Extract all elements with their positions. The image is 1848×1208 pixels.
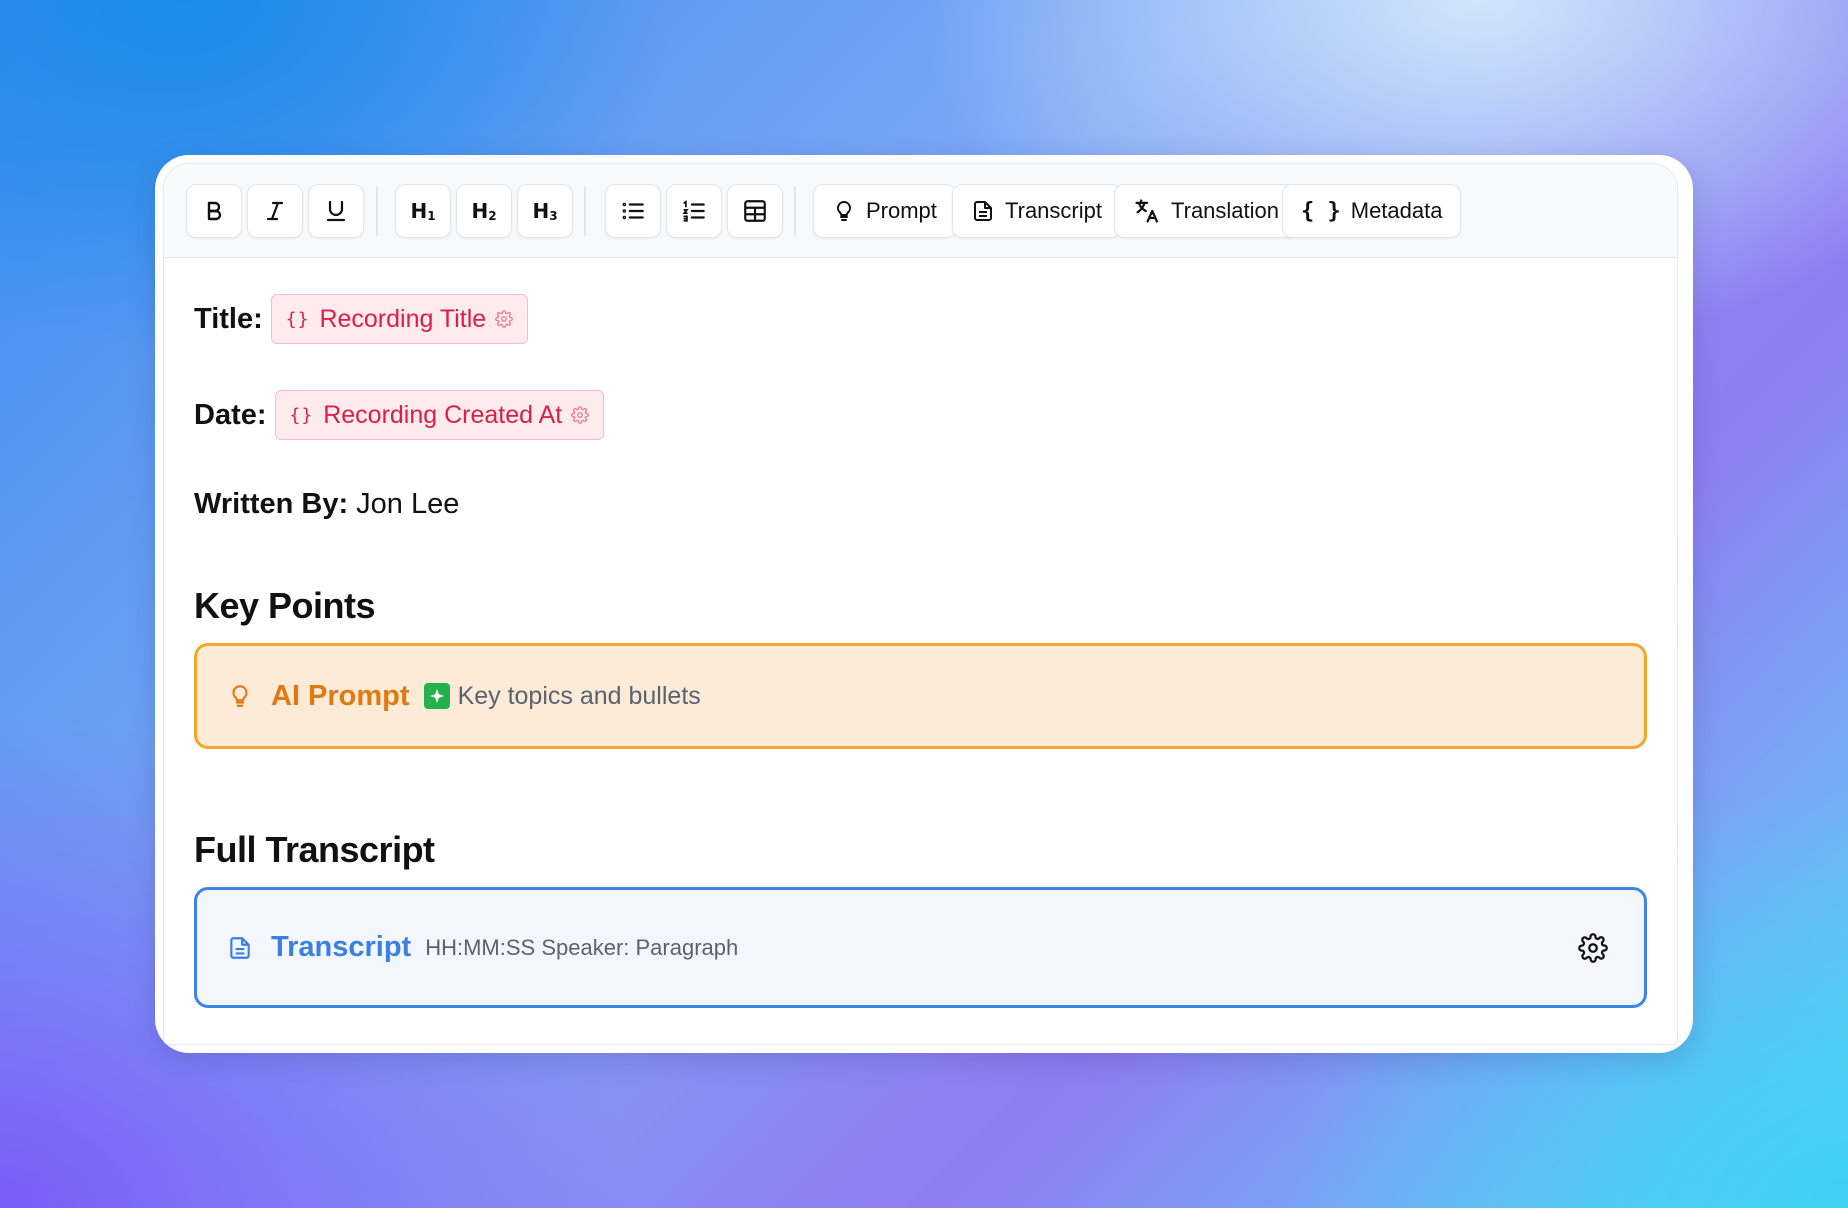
heading-1-button[interactable]: H1 [395,184,451,238]
settings-gear-icon[interactable] [495,310,514,328]
italic-icon [266,201,284,221]
numbered-list-icon [682,200,705,222]
lightbulb-icon [232,685,248,707]
transcript-block[interactable]: Transcript HH:MM:SS Speaker: Paragraph [194,887,1647,1008]
title-variable-chip[interactable]: {} Recording Title [270,294,529,344]
date-label: Date: [194,398,267,431]
insert-prompt-button[interactable]: Prompt [813,184,956,238]
table-button[interactable] [727,184,783,238]
ai-prompt-description: Key topics and bullets [457,681,701,710]
toolbar-separator [584,186,586,236]
metadata-button-label: Metadata [1350,198,1443,223]
italic-button[interactable] [247,184,303,238]
transcript-settings-gear-icon[interactable] [1578,932,1608,963]
transcript-block-title: Transcript [271,931,412,963]
insert-metadata-button[interactable]: { } Metadata [1282,184,1462,238]
bold-button[interactable] [186,184,242,238]
written-by-row: Written By: Jon Lee [194,488,459,521]
formatting-toolbar: H1 H2 H3 Prompt Transcript Translation {… [164,164,1677,258]
prompt-button-label: Prompt [866,198,937,223]
written-by-value: Jon Lee [356,488,460,520]
heading-3-button[interactable]: H3 [517,184,573,238]
braces-icon: { } [1301,198,1341,224]
transcript-format-text: HH:MM:SS Speaker: Paragraph [425,934,739,960]
table-icon [744,200,766,222]
heading-3-label: H3 [532,199,558,223]
bullet-list-icon [622,202,644,220]
editor-card: H1 H2 H3 Prompt Transcript Translation {… [155,155,1693,1053]
variable-icon: {} [285,308,310,330]
settings-gear-icon[interactable] [571,406,590,424]
document-icon [230,936,250,959]
underline-icon [326,200,346,222]
editor-content[interactable]: Title: {} Recording Title Date: {} Recor… [164,258,1677,1044]
lightbulb-icon [836,200,852,221]
date-variable-label: Recording Created At [323,400,563,429]
numbered-list-button[interactable] [666,184,722,238]
date-variable-chip[interactable]: {} Recording Created At [274,390,605,440]
title-label: Title: [194,302,263,335]
insert-translation-button[interactable]: Translation [1114,184,1299,238]
full-transcript-heading: Full Transcript [194,829,435,870]
toolbar-separator [376,186,378,236]
ai-prompt-title: AI Prompt [271,679,410,712]
sparkle-icon [423,683,450,709]
title-variable-label: Recording Title [319,304,487,333]
insert-transcript-button[interactable]: Transcript [952,184,1121,238]
date-row: Date: {} Recording Created At [194,390,605,440]
toolbar-separator [794,186,796,236]
translation-button-label: Translation [1171,198,1280,223]
heading-1-label: H1 [410,199,436,223]
written-by-label: Written By: [194,488,349,520]
translate-icon [1135,199,1159,223]
heading-2-label: H2 [471,199,497,223]
transcript-button-label: Transcript [1005,198,1102,223]
underline-button[interactable] [308,184,364,238]
document-icon [974,201,992,221]
ai-prompt-block[interactable]: AI Prompt Key topics and bullets [194,643,1647,749]
key-points-heading: Key Points [194,585,376,626]
variable-icon: {} [289,404,314,426]
bold-icon [207,201,222,221]
bullet-list-button[interactable] [605,184,661,238]
heading-2-button[interactable]: H2 [456,184,512,238]
title-row: Title: {} Recording Title [194,294,529,344]
template-editor: H1 H2 H3 Prompt Transcript Translation {… [163,163,1678,1045]
